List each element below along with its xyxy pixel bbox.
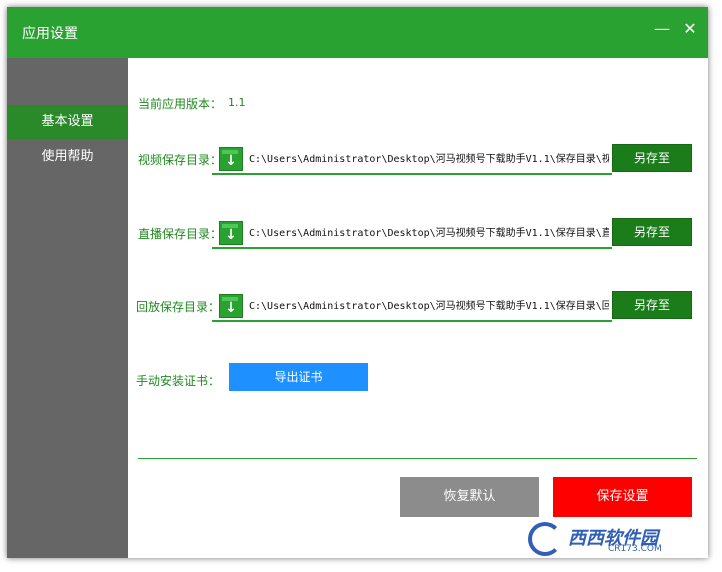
sidebar-item-basic-settings[interactable]: 基本设置: [7, 105, 128, 139]
live-save-as-button[interactable]: 另存至: [612, 218, 692, 246]
video-dir-field[interactable]: ↓ C:\Users\Administrator\Desktop\河马视频号下载…: [212, 147, 612, 175]
settings-panel: 当前应用版本： 1.1 视频保存目录： ↓ C:\Users\Administr…: [128, 58, 708, 558]
minimize-button[interactable]: —: [652, 19, 672, 39]
replay-dir-underline: [212, 320, 612, 322]
footer-divider: [138, 458, 697, 459]
replay-dir-label: 回放保存目录：: [136, 300, 221, 314]
live-folder-icon[interactable]: ↓: [219, 221, 243, 245]
site-watermark: 西西软件园 CR173.COM: [528, 522, 704, 556]
watermark-logo-icon: [528, 522, 562, 556]
watermark-subtext: CR173.COM: [608, 544, 662, 554]
settings-window: 应用设置 — ✕ 基本设置 使用帮助 当前应用版本： 1.1 视频保存目录： ↓…: [7, 7, 708, 558]
live-dir-underline: [212, 247, 612, 249]
replay-dir-path[interactable]: C:\Users\Administrator\Desktop\河马视频号下载助手…: [249, 297, 609, 312]
sidebar-item-help[interactable]: 使用帮助: [7, 140, 128, 174]
save-settings-button[interactable]: 保存设置: [553, 477, 692, 517]
window-title: 应用设置: [22, 26, 78, 42]
video-dir-label: 视频保存目录：: [138, 153, 223, 167]
replay-save-as-button[interactable]: 另存至: [612, 291, 692, 319]
video-dir-path[interactable]: C:\Users\Administrator\Desktop\河马视频号下载助手…: [249, 150, 609, 165]
cert-label: 手动安装证书：: [136, 374, 221, 388]
replay-folder-icon[interactable]: ↓: [219, 294, 243, 318]
version-value: 1.1: [228, 96, 246, 109]
version-label: 当前应用版本：: [138, 97, 223, 111]
close-button[interactable]: ✕: [680, 19, 700, 39]
sidebar: 基本设置 使用帮助: [7, 58, 128, 558]
export-cert-button[interactable]: 导出证书: [229, 363, 368, 391]
reset-defaults-button[interactable]: 恢复默认: [400, 477, 539, 517]
video-folder-icon[interactable]: ↓: [219, 147, 243, 171]
title-bar: 应用设置 — ✕: [7, 7, 708, 58]
replay-dir-field[interactable]: ↓ C:\Users\Administrator\Desktop\河马视频号下载…: [212, 294, 612, 322]
video-save-as-button[interactable]: 另存至: [612, 144, 692, 172]
live-dir-label: 直播保存目录：: [138, 227, 223, 241]
live-dir-path[interactable]: C:\Users\Administrator\Desktop\河马视频号下载助手…: [249, 224, 609, 239]
live-dir-field[interactable]: ↓ C:\Users\Administrator\Desktop\河马视频号下载…: [212, 221, 612, 249]
video-dir-underline: [212, 173, 612, 175]
